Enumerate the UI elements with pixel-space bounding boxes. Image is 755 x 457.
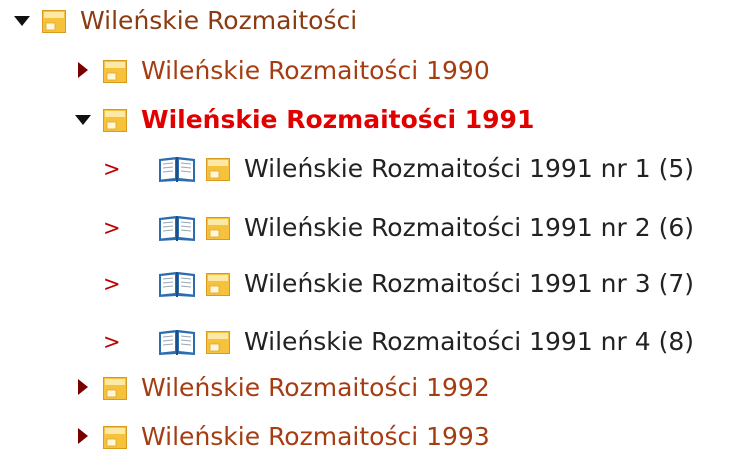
chevron-right-icon[interactable]: > bbox=[100, 149, 122, 189]
tree-node-label[interactable]: Wileńskie Rozmaitości 1992 bbox=[141, 368, 490, 408]
tree-node-label-selected[interactable]: Wileńskie Rozmaitości 1991 bbox=[141, 100, 534, 140]
folder-icon bbox=[42, 10, 66, 33]
tree-node-label[interactable]: Wileńskie Rozmaitości 1993 bbox=[141, 417, 490, 457]
tree-node-label[interactable]: Wileńskie Rozmaitości 1990 bbox=[141, 51, 490, 91]
folder-icon bbox=[206, 331, 230, 354]
folder-icon bbox=[206, 273, 230, 296]
tree-node-issue-2[interactable]: > Wileńskie Rozmaitości 1991 nr 2 (6) bbox=[100, 208, 694, 248]
collapsed-arrow-icon[interactable] bbox=[73, 368, 95, 408]
tree-node-1993[interactable]: Wileńskie Rozmaitości 1993 bbox=[73, 417, 490, 457]
folder-icon bbox=[206, 158, 230, 181]
tree-node-label[interactable]: Wileńskie Rozmaitości 1991 nr 1 (5) bbox=[244, 149, 694, 189]
tree-node-label[interactable]: Wileńskie Rozmaitości 1991 nr 2 (6) bbox=[244, 208, 694, 248]
book-icon bbox=[158, 214, 196, 242]
collapsed-arrow-icon[interactable] bbox=[73, 417, 95, 457]
tree-node-root[interactable]: Wileńskie Rozmaitości bbox=[12, 1, 357, 41]
tree-node-label[interactable]: Wileńskie Rozmaitości bbox=[80, 1, 357, 41]
tree-node-issue-4[interactable]: > Wileńskie Rozmaitości 1991 nr 4 (8) bbox=[100, 322, 694, 362]
collapsed-arrow-icon[interactable] bbox=[73, 51, 95, 91]
folder-icon bbox=[103, 109, 127, 132]
tree-node-1992[interactable]: Wileńskie Rozmaitości 1992 bbox=[73, 368, 490, 408]
folder-icon bbox=[206, 217, 230, 240]
tree-node-issue-3[interactable]: > Wileńskie Rozmaitości 1991 nr 3 (7) bbox=[100, 264, 694, 304]
tree-node-1991[interactable]: Wileńskie Rozmaitości 1991 bbox=[73, 100, 534, 140]
tree-node-label[interactable]: Wileńskie Rozmaitości 1991 nr 3 (7) bbox=[244, 264, 694, 304]
expanded-arrow-icon[interactable] bbox=[73, 100, 95, 140]
book-icon bbox=[158, 155, 196, 183]
folder-icon bbox=[103, 377, 127, 400]
expanded-arrow-icon[interactable] bbox=[12, 1, 34, 41]
book-icon bbox=[158, 328, 196, 356]
book-icon bbox=[158, 270, 196, 298]
chevron-right-icon[interactable]: > bbox=[100, 264, 122, 304]
tree-node-label[interactable]: Wileńskie Rozmaitości 1991 nr 4 (8) bbox=[244, 322, 694, 362]
tree-node-issue-1[interactable]: > Wileńskie Rozmaitości 1991 nr 1 (5) bbox=[100, 149, 694, 189]
chevron-right-icon[interactable]: > bbox=[100, 322, 122, 362]
tree-node-1990[interactable]: Wileńskie Rozmaitości 1990 bbox=[73, 51, 490, 91]
folder-icon bbox=[103, 426, 127, 449]
chevron-right-icon[interactable]: > bbox=[100, 208, 122, 248]
folder-icon bbox=[103, 60, 127, 83]
